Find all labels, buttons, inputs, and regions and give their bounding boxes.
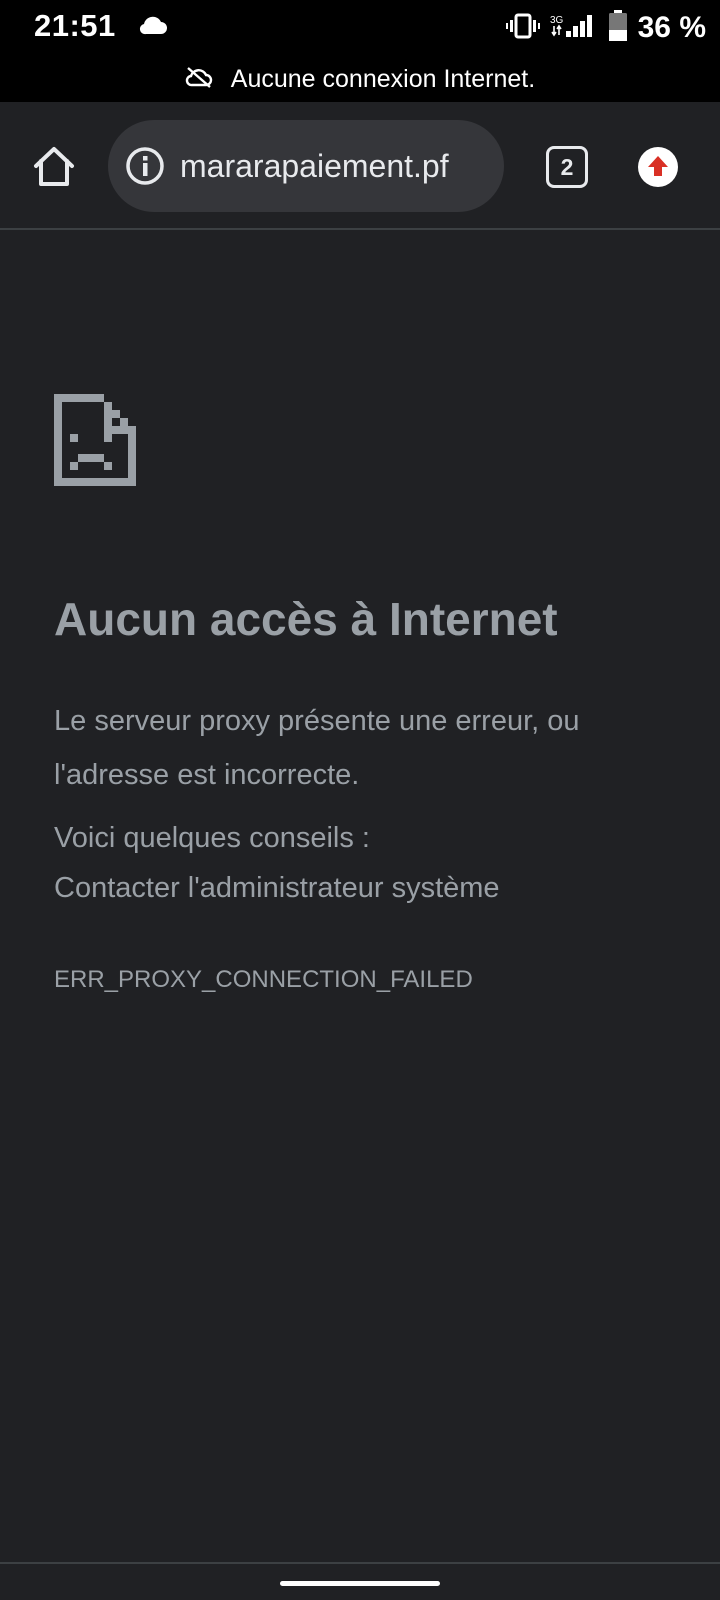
status-bar: 21:51 3G 36 % [0,0,720,56]
cloud-icon [138,14,168,41]
error-title: Aucun accès à Internet [54,593,558,645]
url-text[interactable]: mararapaiement.pf [180,148,449,185]
sad-page-icon [54,394,674,494]
address-bar[interactable]: mararapaiement.pf [108,120,504,212]
bottom-divider [0,1562,720,1564]
battery-percent: 36 % [637,11,706,44]
offline-banner: Aucune connexion Internet. [0,56,720,102]
error-code: ERR_PROXY_CONNECTION_FAILED [54,966,473,993]
cloud-off-icon [185,66,213,93]
tips-heading: Voici quelques conseils : [54,822,370,854]
home-button[interactable] [26,142,82,194]
network-type-label: 3G [550,15,564,26]
browser-toolbar: mararapaiement.pf 2 [0,102,720,230]
home-icon [32,145,76,192]
info-icon[interactable] [124,145,166,187]
error-description: Le serveur proxy présente une erreur, ou… [54,705,580,791]
battery-icon [608,9,628,47]
status-time: 21:51 [34,8,116,43]
cellular-signal-icon: 3G [550,13,598,44]
update-button[interactable] [636,145,680,189]
vibrate-icon [505,13,540,44]
status-icons: 3G 36 % [505,8,706,48]
offline-text: Aucune connexion Internet. [230,64,536,93]
gesture-nav-handle[interactable] [280,1581,440,1586]
tab-switcher-button[interactable]: 2 [546,146,588,188]
tip-item: Contacter l'administrateur système [54,872,500,904]
error-container [54,394,674,494]
update-available-icon [636,147,680,193]
